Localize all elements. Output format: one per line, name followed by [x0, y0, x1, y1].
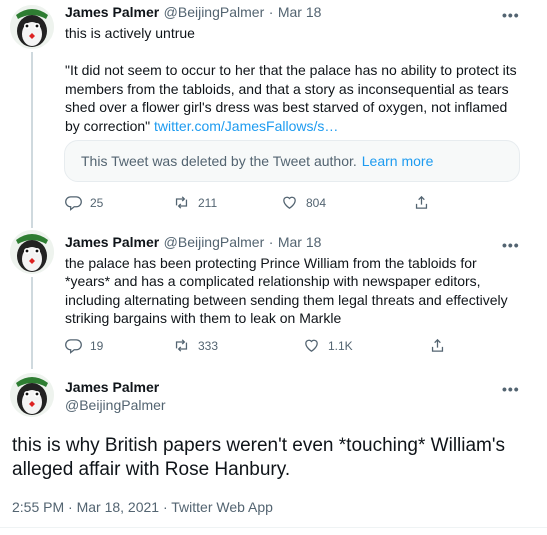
- author-name[interactable]: James Palmer: [65, 234, 159, 250]
- reply-icon: [65, 196, 82, 211]
- tweet-line: this is actively untrue: [65, 25, 195, 41]
- author-name[interactable]: James Palmer: [65, 379, 159, 395]
- like-count: 804: [306, 195, 327, 210]
- more-icon[interactable]: •••: [502, 238, 520, 252]
- separator-dot: ·: [268, 234, 274, 250]
- separator-dot: ·: [268, 4, 274, 20]
- reply-button[interactable]: 19: [65, 337, 173, 354]
- like-button[interactable]: 1.1K: [303, 337, 429, 354]
- avatar[interactable]: [10, 230, 54, 274]
- retweet-button[interactable]: 333: [173, 337, 303, 354]
- reply-count: 25: [90, 195, 104, 210]
- share-icon: [431, 338, 444, 352]
- tweet-actions: 25 211 804: [65, 194, 438, 211]
- retweet-count: 211: [198, 195, 218, 210]
- penguin-avatar-image: [10, 5, 54, 49]
- author-handle[interactable]: @BeijingPalmer: [65, 397, 166, 413]
- thread-line: [31, 277, 33, 369]
- tweet-date[interactable]: Mar 18: [278, 234, 322, 250]
- tweet-header: James Palmer @BeijingPalmer · Mar 18: [65, 234, 321, 252]
- thread-line: [31, 52, 33, 228]
- tweet-text: this is actively untrue "It did not seem…: [65, 24, 520, 135]
- tweet-quote-paragraph: "It did not seem to occur to her that th…: [65, 61, 520, 135]
- deleted-tweet-notice: This Tweet was deleted by the Tweet auth…: [64, 140, 520, 182]
- like-count: 1.1K: [328, 338, 353, 353]
- author-handle[interactable]: @BeijingPalmer: [164, 4, 265, 20]
- penguin-avatar-image: [10, 230, 54, 274]
- like-button[interactable]: 804: [281, 194, 413, 211]
- divider: [0, 527, 547, 528]
- share-button[interactable]: [413, 194, 438, 211]
- tweet-timestamp[interactable]: 2:55 PM · Mar 18, 2021 · Twitter Web App: [12, 499, 273, 515]
- more-icon[interactable]: •••: [502, 382, 520, 396]
- author-handle[interactable]: @BeijingPalmer: [164, 234, 265, 250]
- author-name[interactable]: James Palmer: [65, 4, 159, 20]
- learn-more-link[interactable]: Learn more: [362, 153, 434, 169]
- share-button[interactable]: [429, 337, 454, 354]
- tweet-header: James Palmer @BeijingPalmer · Mar 18: [65, 4, 321, 22]
- quote-link[interactable]: twitter.com/JamesFallows/s…: [154, 118, 338, 134]
- more-icon[interactable]: •••: [502, 8, 520, 22]
- tweet-date[interactable]: Mar 18: [278, 4, 322, 20]
- deleted-text: This Tweet was deleted by the Tweet auth…: [81, 153, 357, 169]
- share-icon: [415, 195, 428, 209]
- avatar[interactable]: [10, 373, 54, 417]
- retweet-button[interactable]: 211: [173, 194, 281, 211]
- avatar[interactable]: [10, 5, 54, 49]
- reply-icon: [65, 339, 82, 354]
- retweet-icon: [175, 196, 188, 209]
- main-tweet-text: this is why British papers weren't even …: [12, 435, 506, 480]
- like-icon: [305, 339, 318, 352]
- tweet-actions: 19 333 1.1K: [65, 337, 454, 354]
- tweet-text: the palace has been protecting Prince Wi…: [65, 255, 508, 327]
- reply-button[interactable]: 25: [65, 194, 173, 211]
- reply-count: 19: [90, 338, 104, 353]
- penguin-avatar-image: [10, 373, 54, 417]
- retweet-count: 333: [198, 338, 219, 353]
- like-icon: [283, 196, 296, 209]
- retweet-icon: [175, 339, 188, 352]
